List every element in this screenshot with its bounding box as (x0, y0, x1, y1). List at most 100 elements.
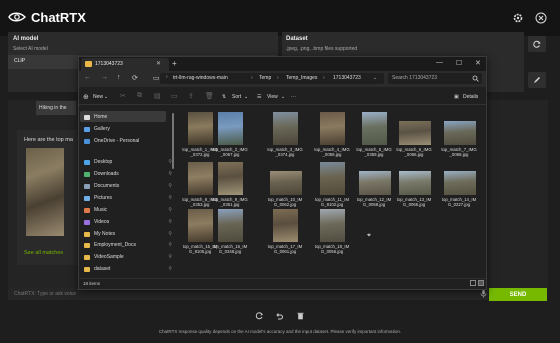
image-thumbnail[interactable] (320, 209, 345, 242)
new-button[interactable]: New (93, 94, 103, 100)
breadcrumb-2[interactable]: Temp (259, 75, 271, 81)
file-name-label[interactable]: top_match_4_IMG_0058.jpg (314, 147, 350, 158)
microphone-icon[interactable] (479, 289, 488, 298)
regenerate-icon[interactable] (255, 311, 264, 320)
file-name-label[interactable]: top_match_16_IMG_0348.jpg (212, 244, 248, 255)
forward-icon[interactable]: → (101, 74, 108, 81)
file-name-label[interactable]: top_match_5_IMG_0359.jpg (356, 147, 392, 158)
sidebar-item[interactable]: VideoSample ⚲ (84, 252, 176, 262)
file-name-label[interactable]: top_match_13_IMG_0066.jpg (396, 197, 432, 208)
thumbnail-view-icon[interactable] (478, 280, 484, 286)
sidebar-item[interactable]: dataset ⚲ (84, 264, 176, 274)
more-options-button[interactable]: ··· (291, 94, 296, 100)
minimize-icon[interactable]: — (436, 59, 443, 66)
pin-icon[interactable]: ⚲ (168, 254, 172, 260)
sidebar-item[interactable]: Desktop ⚲ (84, 157, 176, 167)
image-thumbnail[interactable] (188, 209, 213, 242)
pin-icon[interactable]: ⚲ (168, 195, 172, 201)
image-thumbnail[interactable] (218, 209, 243, 242)
image-thumbnail[interactable] (188, 112, 213, 145)
send-button[interactable]: SEND (489, 288, 547, 301)
image-thumbnail[interactable] (362, 112, 387, 145)
image-thumbnail[interactable] (273, 209, 298, 242)
edit-button[interactable] (528, 72, 546, 88)
chevron-down-icon[interactable]: ⌄ (373, 75, 377, 81)
sidebar-item-label: Downloads (94, 171, 119, 177)
close-icon[interactable] (535, 12, 547, 24)
new-tab-icon[interactable]: + (172, 59, 177, 68)
file-name-label[interactable]: top_match_10_IMG_0062.jpg (267, 197, 303, 208)
pin-icon[interactable]: ⚲ (168, 219, 172, 225)
image-thumbnail[interactable] (218, 112, 243, 145)
navigation-scrollbar[interactable] (172, 113, 174, 169)
file-name-label[interactable]: top_match_6_IMG_0066.jpg (396, 147, 432, 158)
up-icon[interactable]: ↑ (117, 74, 121, 81)
share-icon[interactable]: ⇪ (188, 92, 194, 100)
image-thumbnail[interactable] (399, 121, 431, 145)
rename-icon[interactable]: ▭ (171, 92, 178, 100)
tab-close-icon[interactable]: ✕ (156, 60, 161, 67)
pin-icon[interactable]: ⚲ (168, 183, 172, 189)
sidebar-item[interactable]: Employment_Docs ⚲ (84, 240, 176, 250)
sidebar-item[interactable]: OneDrive - Personal (84, 136, 176, 146)
window-close-icon[interactable]: ✕ (475, 59, 481, 67)
image-thumbnail[interactable] (444, 121, 476, 145)
file-name-label[interactable]: top_match_2_IMG_0067.jpg (212, 147, 248, 158)
refresh-icon[interactable]: ⟳ (132, 74, 138, 82)
sidebar-item[interactable]: Pictures ⚲ (84, 193, 176, 203)
view-button[interactable]: View (267, 94, 278, 100)
refresh-button[interactable] (528, 36, 546, 52)
file-name-label[interactable]: top_match_12_IMG_0058.jpg (356, 197, 392, 208)
sidebar-item[interactable]: Videos ⚲ (84, 217, 176, 227)
file-name-label[interactable]: top_match_18_IMG_0056.jpg (314, 244, 350, 255)
breadcrumb-4[interactable]: 1713043723 (333, 75, 361, 81)
delete-icon[interactable]: 🗑 (205, 92, 214, 100)
grid-view-icon[interactable] (470, 280, 476, 286)
chat-input-placeholder: ChatRTX: Type or ask voice (14, 291, 77, 297)
pin-icon[interactable]: ⚲ (168, 231, 172, 237)
details-button[interactable]: Details (463, 94, 478, 100)
gear-icon[interactable] (512, 12, 524, 24)
sidebar-item[interactable]: Documents ⚲ (84, 181, 176, 191)
pin-icon[interactable]: ⚲ (168, 242, 172, 248)
sidebar-item[interactable]: Downloads ⚲ (84, 169, 176, 179)
file-name-label[interactable]: top_match_9_IMG_0351.jpg (212, 197, 248, 208)
file-name-label[interactable]: top_match_11_IMG_8102.jpg (314, 197, 350, 208)
file-name-label[interactable]: top_match_17_IMG_0061.jpg (267, 244, 303, 255)
image-thumbnail[interactable] (218, 162, 243, 195)
document-icon (84, 183, 90, 189)
sidebar-item[interactable]: My Notes ⚲ (84, 229, 176, 239)
image-thumbnail[interactable] (320, 162, 345, 195)
file-name-label[interactable]: top_match_14_IMG_0227.jpg (441, 197, 477, 208)
breadcrumb-1[interactable]: trt-llm-rag-windows-main (173, 75, 228, 81)
pin-icon[interactable]: ⚲ (168, 207, 172, 213)
image-thumbnail[interactable] (188, 162, 213, 195)
breadcrumb-3[interactable]: Temp_Images (286, 75, 317, 81)
result-image[interactable] (26, 148, 64, 236)
back-icon[interactable]: ← (84, 74, 91, 81)
trash-icon[interactable] (296, 311, 305, 320)
cut-icon[interactable]: ✂ (120, 92, 126, 100)
sidebar-item[interactable]: Gallery (84, 124, 176, 134)
see-all-matches-link[interactable]: See all matches (24, 250, 63, 256)
image-thumbnail[interactable] (444, 171, 476, 195)
file-name-label[interactable]: top_match_7_IMG_0068.jpg (441, 147, 477, 158)
search-icon (472, 75, 479, 82)
maximize-icon[interactable]: ☐ (456, 59, 462, 67)
image-thumbnail[interactable] (320, 112, 345, 145)
sort-button[interactable]: Sort (232, 94, 241, 100)
sidebar-item[interactable]: Music ⚲ (84, 205, 176, 215)
pin-icon[interactable]: ⚲ (168, 266, 172, 272)
folder-icon (84, 266, 90, 272)
file-name-label[interactable]: top_match_3_IMG_0374.jpg (267, 147, 303, 158)
image-thumbnail[interactable] (270, 171, 302, 195)
folder-icon (84, 254, 90, 260)
image-thumbnail[interactable] (399, 171, 431, 195)
undo-icon[interactable] (275, 311, 284, 320)
image-thumbnail[interactable] (273, 112, 298, 145)
sidebar-item[interactable]: Home (84, 112, 176, 122)
image-thumbnail[interactable] (359, 171, 391, 195)
copy-icon[interactable]: ⧉ (137, 92, 142, 100)
pin-icon[interactable]: ⚲ (168, 171, 172, 177)
paste-icon[interactable]: ▤ (154, 92, 161, 100)
